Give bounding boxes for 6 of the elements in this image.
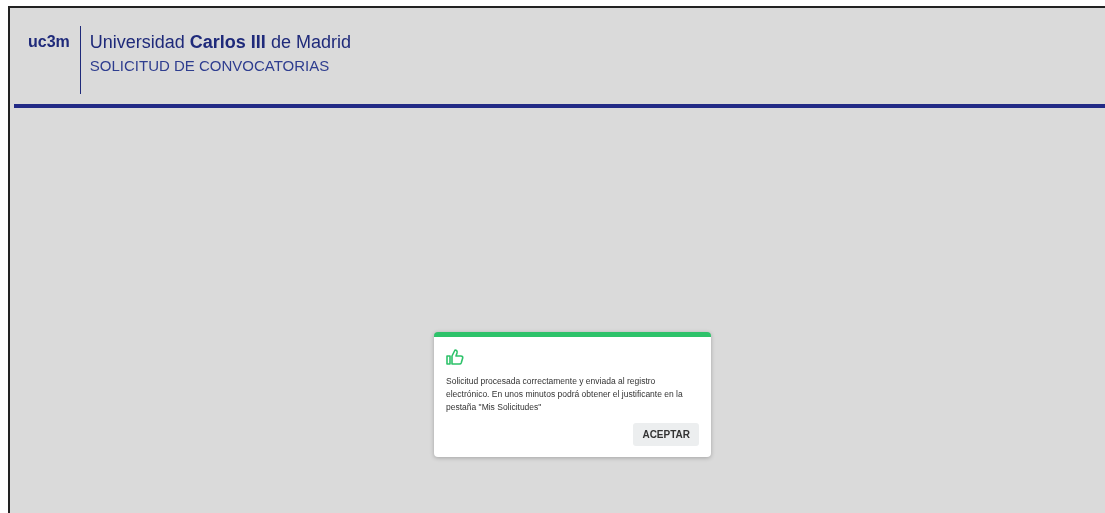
thumbs-up-icon [446,349,464,365]
university-name: Universidad Carlos III de Madrid [89,32,351,53]
accept-button[interactable]: ACEPTAR [633,423,699,446]
page-subtitle: SOLICITUD DE CONVOCATORIAS [89,57,331,74]
university-logo: uc3m [28,33,70,51]
success-message: Solicitud procesada correctamente y enviada al registro electrónico. En unos minutos podrá obtener el justificante en la pestaña "Mis Solicitudes" [446,375,684,414]
